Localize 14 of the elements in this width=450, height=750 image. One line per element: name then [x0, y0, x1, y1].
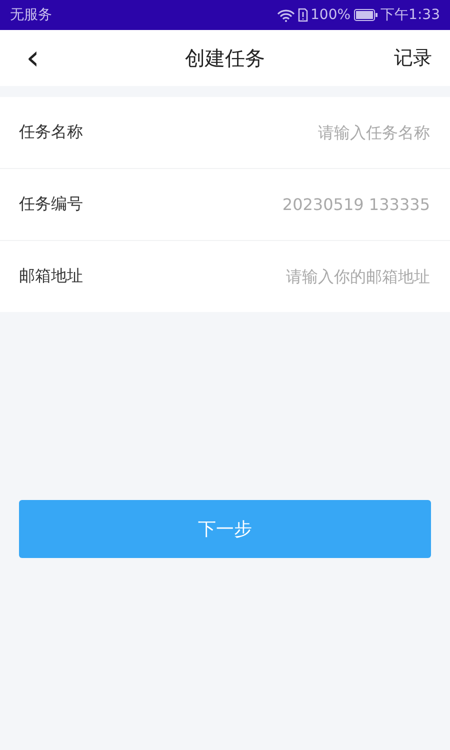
- back-button[interactable]: ‹: [20, 41, 46, 75]
- wifi-icon: [276, 8, 295, 22]
- carrier-text: 无服务: [10, 6, 52, 24]
- input-field[interactable]: 请输入任务名称: [188, 122, 432, 143]
- field-label: 任务编号: [19, 194, 83, 215]
- input-field[interactable]: 请输入你的邮箱地址: [188, 266, 432, 287]
- page-title: 创建任务: [185, 44, 265, 72]
- field-label: 任务名称: [19, 122, 83, 143]
- battery-icon: [354, 9, 378, 21]
- time-text: 下午1:33: [380, 6, 440, 24]
- records-button[interactable]: 记录: [394, 45, 432, 71]
- battery-text: 100%: [310, 7, 351, 23]
- sim-alert-icon: [298, 8, 308, 22]
- field-label: 邮箱地址: [19, 266, 83, 287]
